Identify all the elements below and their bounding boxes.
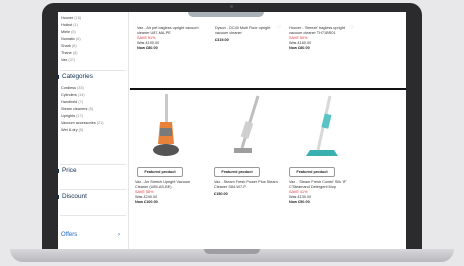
category-filter-item[interactable]: Uprights (17) xyxy=(61,113,104,120)
sidebar-divider xyxy=(60,189,126,190)
product-name[interactable]: Vax - 'Steam Fresh Combi' Silk 'iF' C'St… xyxy=(289,180,355,190)
now-price: Now £80.00 xyxy=(137,46,158,50)
category-filter-item[interactable]: Cylinders (14) xyxy=(61,92,104,99)
category-filter-item[interactable]: Vacuum accessories (21) xyxy=(61,120,104,127)
brand-filter-item[interactable]: Shark (8) xyxy=(61,43,81,50)
chevron-right-icon[interactable]: › xyxy=(118,232,120,238)
body-shape xyxy=(240,121,254,139)
category-filter-list: Cordless (33) Cylinders (14) Handheld (7… xyxy=(58,85,104,134)
brand-filter-item[interactable]: Hoover (16) xyxy=(61,15,81,22)
product-image-steam-cleaner[interactable] xyxy=(228,92,268,162)
brand-filter-list: Hoover (16) Hotbot (1) Miele (5) Numatic… xyxy=(58,15,81,64)
tank-shape xyxy=(321,113,332,129)
product-name[interactable]: Vax - Air pet bagless upright vacuum cle… xyxy=(137,26,199,36)
handle-shape xyxy=(165,94,168,124)
section-divider xyxy=(130,88,406,90)
handle-shape xyxy=(240,95,260,149)
featured-badge: Featured product xyxy=(289,167,335,177)
now-price: Now £100.00 xyxy=(135,200,158,204)
featured-badge: Featured product xyxy=(214,167,260,177)
product-image-steam-mop[interactable] xyxy=(304,92,348,162)
category-filter-item[interactable]: Wet & dry (5) xyxy=(61,127,104,134)
category-filter-item[interactable]: Cordless (33) xyxy=(61,85,104,92)
top-banner-edge xyxy=(188,12,264,17)
featured-badge: Featured product xyxy=(137,167,183,177)
category-filter-item[interactable]: Steam cleaners (5) xyxy=(61,106,104,113)
brand-filter-item[interactable]: Numatic (6) xyxy=(61,36,81,43)
product-name[interactable]: Dyson - DC40 Multi Floor upright vacuum … xyxy=(215,26,279,36)
price-heading[interactable]: Price xyxy=(58,167,128,176)
sidebar-divider xyxy=(60,70,126,71)
product-card[interactable]: Vax - Air Stretch Upright Vacuum Cleaner… xyxy=(135,180,201,205)
sidebar-divider xyxy=(60,215,126,216)
brand-filter-item[interactable]: Thane (5) xyxy=(61,50,81,57)
now-price: Now £80.00 xyxy=(289,46,310,50)
category-filter-item[interactable]: Handheld (7) xyxy=(61,99,104,106)
filter-sidebar: Hoover (16) Hotbot (1) Miele (5) Numatic… xyxy=(58,12,129,253)
expand-marker xyxy=(58,195,59,199)
product-price: £150.00 xyxy=(214,192,228,196)
sidebar-divider xyxy=(60,164,126,165)
heart-icon[interactable]: ♡ xyxy=(277,25,281,31)
head-shape xyxy=(306,150,338,156)
product-card[interactable]: Vax - Air pet bagless upright vacuum cle… xyxy=(137,26,199,51)
product-card[interactable]: Vax - Steam Fresh Power Plus Steam Clean… xyxy=(214,180,280,197)
head-shape xyxy=(153,144,179,156)
webcam-icon xyxy=(230,5,233,8)
expand-marker xyxy=(58,75,59,79)
product-price: £319.00 xyxy=(215,38,229,42)
brand-filter-item[interactable]: Vax (37) xyxy=(61,57,81,64)
browser-screen: Hoover (16) Hotbot (1) Miele (5) Numatic… xyxy=(58,12,406,253)
product-name[interactable]: Vax - Steam Fresh Power Plus Steam Clean… xyxy=(214,180,280,190)
product-image-upright-vacuum[interactable] xyxy=(146,92,186,162)
product-card[interactable]: Vax - 'Steam Fresh Combi' Silk 'iF' C'St… xyxy=(289,180,355,205)
categories-heading[interactable]: Categories xyxy=(58,73,128,82)
cyclone-shape xyxy=(160,128,172,136)
heart-icon[interactable]: ♡ xyxy=(350,25,354,31)
head-shape xyxy=(234,148,252,153)
product-name[interactable]: Hoover - 'Breeze' bagless upright vacuum… xyxy=(289,26,351,36)
expand-marker xyxy=(58,169,59,173)
product-name[interactable]: Vax - Air Stretch Upright Vacuum Cleaner… xyxy=(135,180,201,190)
heart-icon[interactable]: ♡ xyxy=(196,25,200,31)
laptop-notch xyxy=(204,249,260,254)
discount-heading[interactable]: Discount xyxy=(58,193,128,202)
brand-filter-item[interactable]: Hotbot (1) xyxy=(61,22,81,29)
product-card[interactable]: Hoover - 'Breeze' bagless upright vacuum… xyxy=(289,26,351,51)
brand-filter-item[interactable]: Miele (5) xyxy=(61,29,81,36)
now-price: Now £50.00 xyxy=(289,200,310,204)
offers-link[interactable]: Offers xyxy=(61,232,77,238)
product-card[interactable]: Dyson - DC40 Multi Floor upright vacuum … xyxy=(215,26,279,43)
